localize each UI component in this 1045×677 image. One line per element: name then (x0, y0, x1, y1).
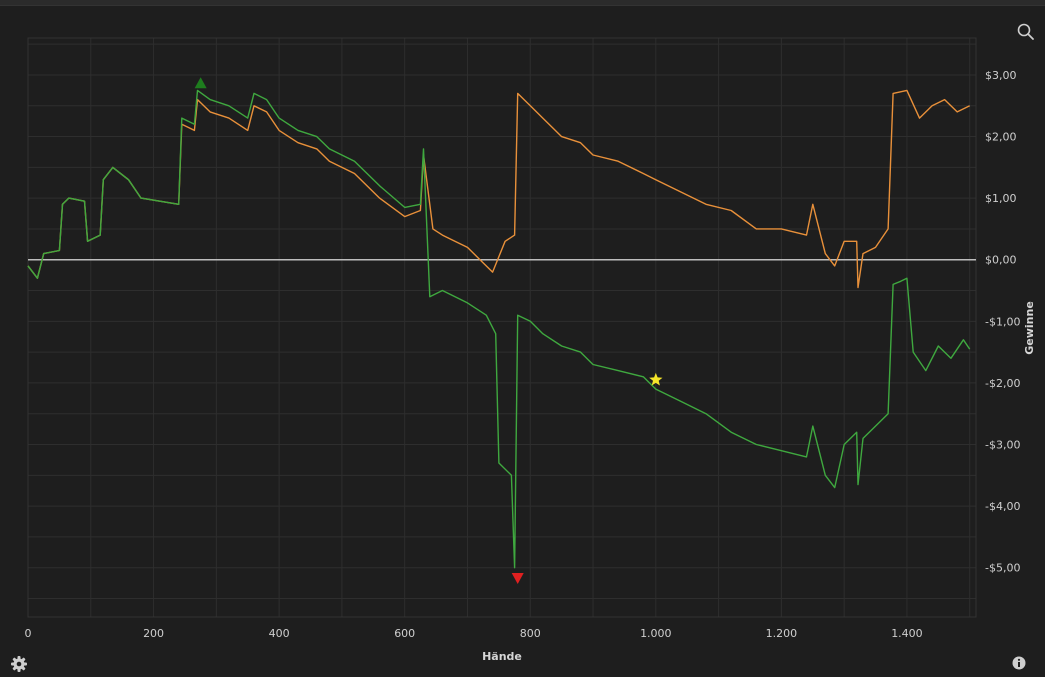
plot-area (28, 38, 976, 617)
info-icon[interactable] (1011, 655, 1027, 671)
x-tick-label: 800 (520, 627, 541, 640)
y-axis-ticks: $3,00 $2,00 $1,00 $0,00 -$1,00 -$2,00 -$3,00 -$… (985, 69, 1020, 575)
x-tick-label: 1.000 (640, 627, 672, 640)
x-tick-label: 200 (143, 627, 164, 640)
y-tick-label: -$1,00 (985, 315, 1020, 328)
y-tick-label: $3,00 (985, 69, 1017, 82)
gear-icon[interactable] (10, 655, 28, 673)
x-tick-label: 0 (25, 627, 32, 640)
chart: 0 200 400 600 800 1.000 1.200 1.400 $3,00$2,00$… (25, 37, 1036, 663)
y-tick-label: -$4,00 (985, 500, 1020, 513)
x-tick-label: 400 (269, 627, 290, 640)
y-tick-label: -$2,00 (985, 377, 1020, 390)
y-tick-label: -$5,00 (985, 562, 1020, 575)
y-axis-title: Gewinne (1023, 301, 1036, 355)
x-tick-label: 600 (394, 627, 415, 640)
x-axis-ticks: 0 200 400 600 800 1.000 1.200 1.400 (25, 627, 923, 640)
y-tick-label: $2,00 (985, 131, 1017, 144)
x-tick-label: 1.200 (766, 627, 798, 640)
y-tick-label: $0,00 (985, 254, 1017, 267)
magnifier-icon[interactable] (1016, 22, 1036, 42)
x-tick-label: 1.400 (891, 627, 923, 640)
y-tick-label: -$3,00 (985, 439, 1020, 452)
x-axis-title: Hände (482, 650, 522, 663)
y-tick-label: $1,00 (985, 192, 1017, 205)
